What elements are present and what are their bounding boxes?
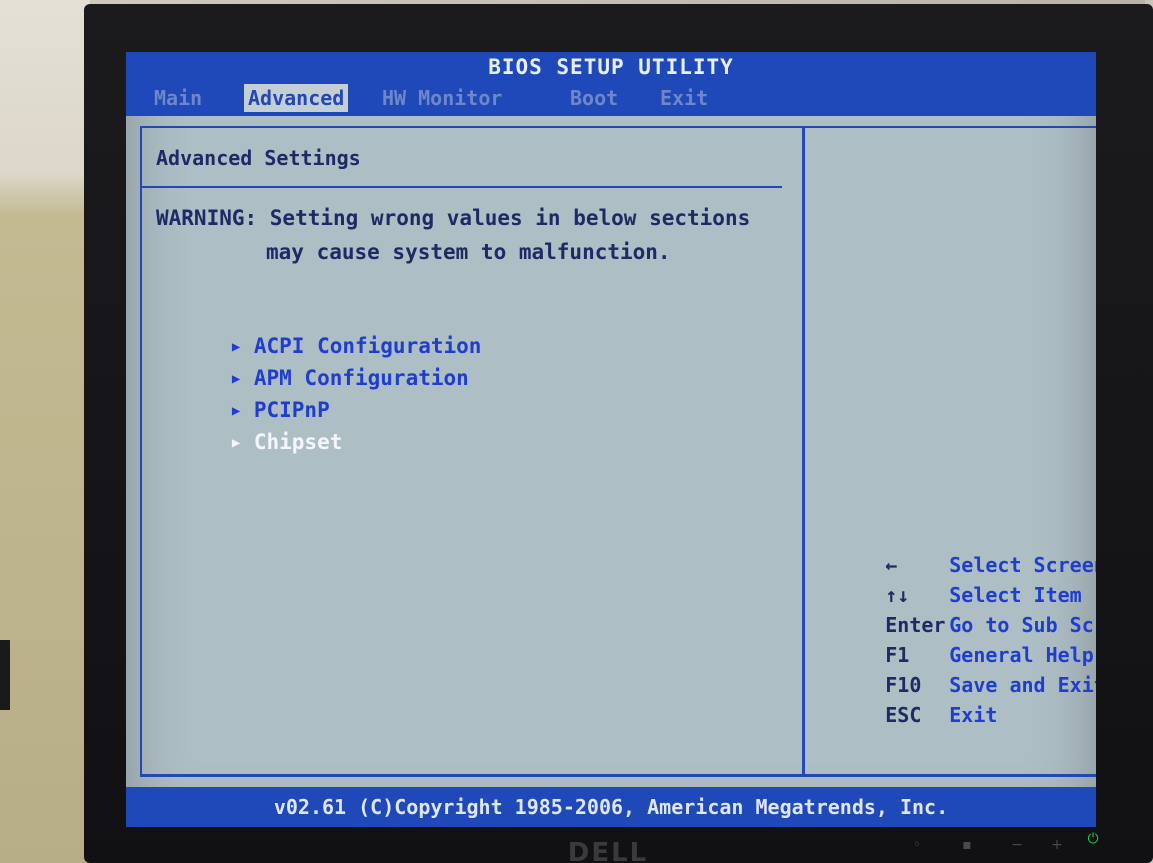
bios-title: BIOS SETUP UTILITY bbox=[126, 52, 1096, 82]
panel-title: Advanced Settings bbox=[156, 146, 361, 170]
help-row-select-item: ↑↓ Select Item bbox=[813, 550, 1081, 607]
monitor-button-icon[interactable]: ◦ bbox=[910, 838, 924, 852]
key-esc: ESC bbox=[885, 703, 922, 727]
help-row-enter: EnterGo to Sub Screen bbox=[813, 580, 1096, 637]
copyright-footer: v02.61 (C)Copyright 1985-2006, American … bbox=[126, 787, 1096, 827]
settings-panel: Advanced Settings WARNING: Setting wrong… bbox=[140, 126, 802, 776]
tab-bar: Main Advanced HW Monitor Boot Exit bbox=[126, 82, 1096, 116]
divider bbox=[140, 774, 1096, 777]
warning-text-line-2: may cause system to malfunction. bbox=[266, 240, 671, 264]
tab-exit[interactable]: Exit bbox=[656, 84, 712, 112]
help-row-esc: ESC Exit bbox=[813, 670, 997, 727]
help-row-f10: F10 Save and Exit bbox=[813, 640, 1096, 697]
menu-item-acpi-configuration[interactable]: ▶ ACPI Configuration bbox=[156, 304, 482, 358]
background-object bbox=[0, 640, 10, 710]
submenu-arrow-icon: ▶ bbox=[231, 435, 241, 451]
tab-main[interactable]: Main bbox=[150, 84, 206, 112]
monitor-button-icon[interactable]: ▪ bbox=[960, 838, 974, 852]
background-wall bbox=[0, 0, 90, 863]
dell-logo: DELL bbox=[567, 838, 649, 863]
menu-item-label: Chipset bbox=[253, 430, 343, 454]
bios-screen: BIOS SETUP UTILITY Main Advanced HW Moni… bbox=[126, 52, 1096, 827]
divider bbox=[142, 186, 782, 188]
plus-button-icon[interactable]: + bbox=[1050, 838, 1064, 852]
power-icon[interactable]: ⏻ bbox=[1086, 832, 1100, 846]
menu-item-pcipnp[interactable]: ▶ PCIPnP bbox=[156, 368, 330, 422]
help-panel: ← Select Screen ↑↓ Select Item Enter Go to … bbox=[802, 126, 1096, 776]
help-row-f1: F1 General Help bbox=[813, 610, 1094, 667]
warning-text-line-1: WARNING: Setting wrong values in below s… bbox=[156, 206, 751, 230]
tab-hw-monitor[interactable]: HW Monitor bbox=[378, 84, 506, 112]
menu-item-chipset[interactable]: ▶ Chipset bbox=[156, 400, 343, 454]
help-description: Exit bbox=[949, 703, 998, 727]
tab-boot[interactable]: Boot bbox=[566, 84, 622, 112]
help-row-select-screen: ← Select Screen bbox=[813, 520, 1096, 577]
minus-button-icon[interactable]: − bbox=[1010, 838, 1024, 852]
menu-item-apm-configuration[interactable]: ▶ APM Configuration bbox=[156, 336, 469, 390]
tab-advanced[interactable]: Advanced bbox=[244, 84, 349, 112]
